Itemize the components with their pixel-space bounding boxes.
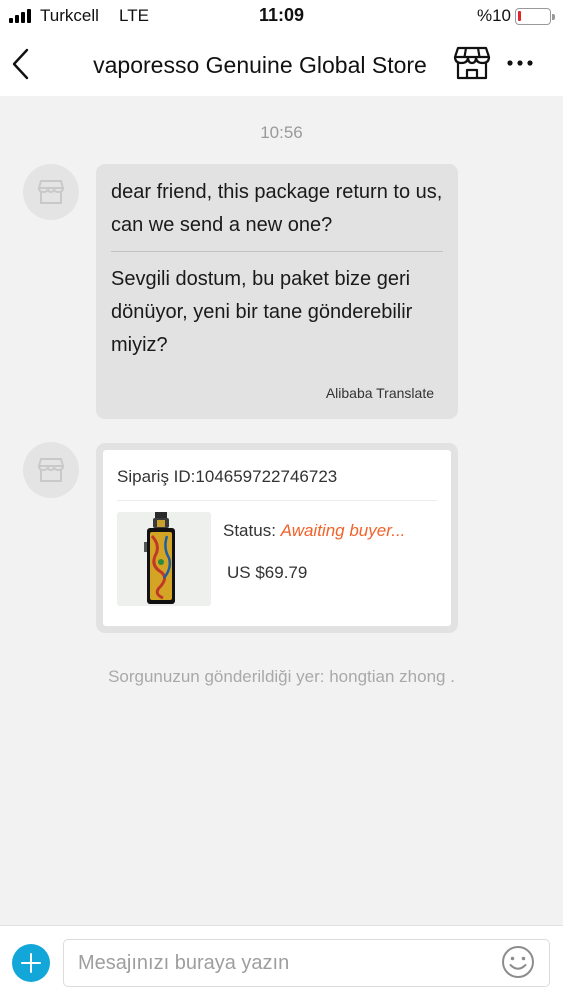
- nav-bar: vaporesso Genuine Global Store: [0, 32, 563, 96]
- status-value: Awaiting buyer...: [280, 521, 406, 540]
- emoji-button[interactable]: [500, 944, 536, 980]
- order-card[interactable]: Sipariş ID:104659722746723 Status: Await…: [103, 450, 451, 626]
- battery-icon: [515, 8, 555, 25]
- emoji-smile-icon: [502, 946, 534, 978]
- order-id: Sipariş ID:104659722746723: [117, 467, 338, 486]
- translated-message: Sevgili dostum, bu paket bize geri dönüy…: [111, 268, 413, 356]
- order-message-bubble: Sipariş ID:104659722746723 Status: Await…: [96, 443, 458, 633]
- store-icon: [453, 46, 491, 80]
- chat-area[interactable]: 10:56 dear friend, this package return t…: [0, 96, 563, 925]
- message-input[interactable]: [63, 939, 550, 987]
- product-image[interactable]: [117, 512, 211, 606]
- order-status: Status: Awaiting buyer...: [223, 521, 405, 541]
- page-title: vaporesso Genuine Global Store: [93, 52, 427, 78]
- store-button[interactable]: [452, 43, 492, 83]
- store-avatar-icon: [37, 180, 65, 204]
- original-message: dear friend, this package return to us, …: [111, 181, 443, 236]
- add-attachment-button[interactable]: [12, 944, 50, 982]
- status-bar: Turkcell LTE 11:09 %10: [0, 0, 563, 32]
- chevron-left-icon: [12, 48, 29, 80]
- more-options-button[interactable]: [500, 46, 540, 80]
- back-button[interactable]: [8, 42, 44, 86]
- translation-source-label: Alibaba Translate: [325, 385, 434, 401]
- store-avatar-icon: [37, 458, 65, 482]
- seller-avatar[interactable]: [23, 442, 79, 498]
- status-label: Status:: [223, 521, 276, 540]
- more-horizontal-icon: [507, 60, 533, 66]
- message-bubble[interactable]: dear friend, this package return to us, …: [96, 164, 458, 419]
- order-card-divider: [117, 500, 437, 501]
- seller-avatar[interactable]: [23, 164, 79, 220]
- battery-level-fill: [518, 11, 521, 21]
- vape-device-image: [117, 512, 211, 606]
- message-timestamp: 10:56: [260, 123, 303, 142]
- message-input-bar: [0, 925, 563, 1000]
- battery-percentage: %10: [476, 6, 511, 25]
- system-note: Sorgunuzun gönderildiği yer: hongtian zh…: [108, 667, 455, 686]
- translation-divider: [111, 251, 443, 252]
- order-price: US $69.79: [227, 563, 308, 582]
